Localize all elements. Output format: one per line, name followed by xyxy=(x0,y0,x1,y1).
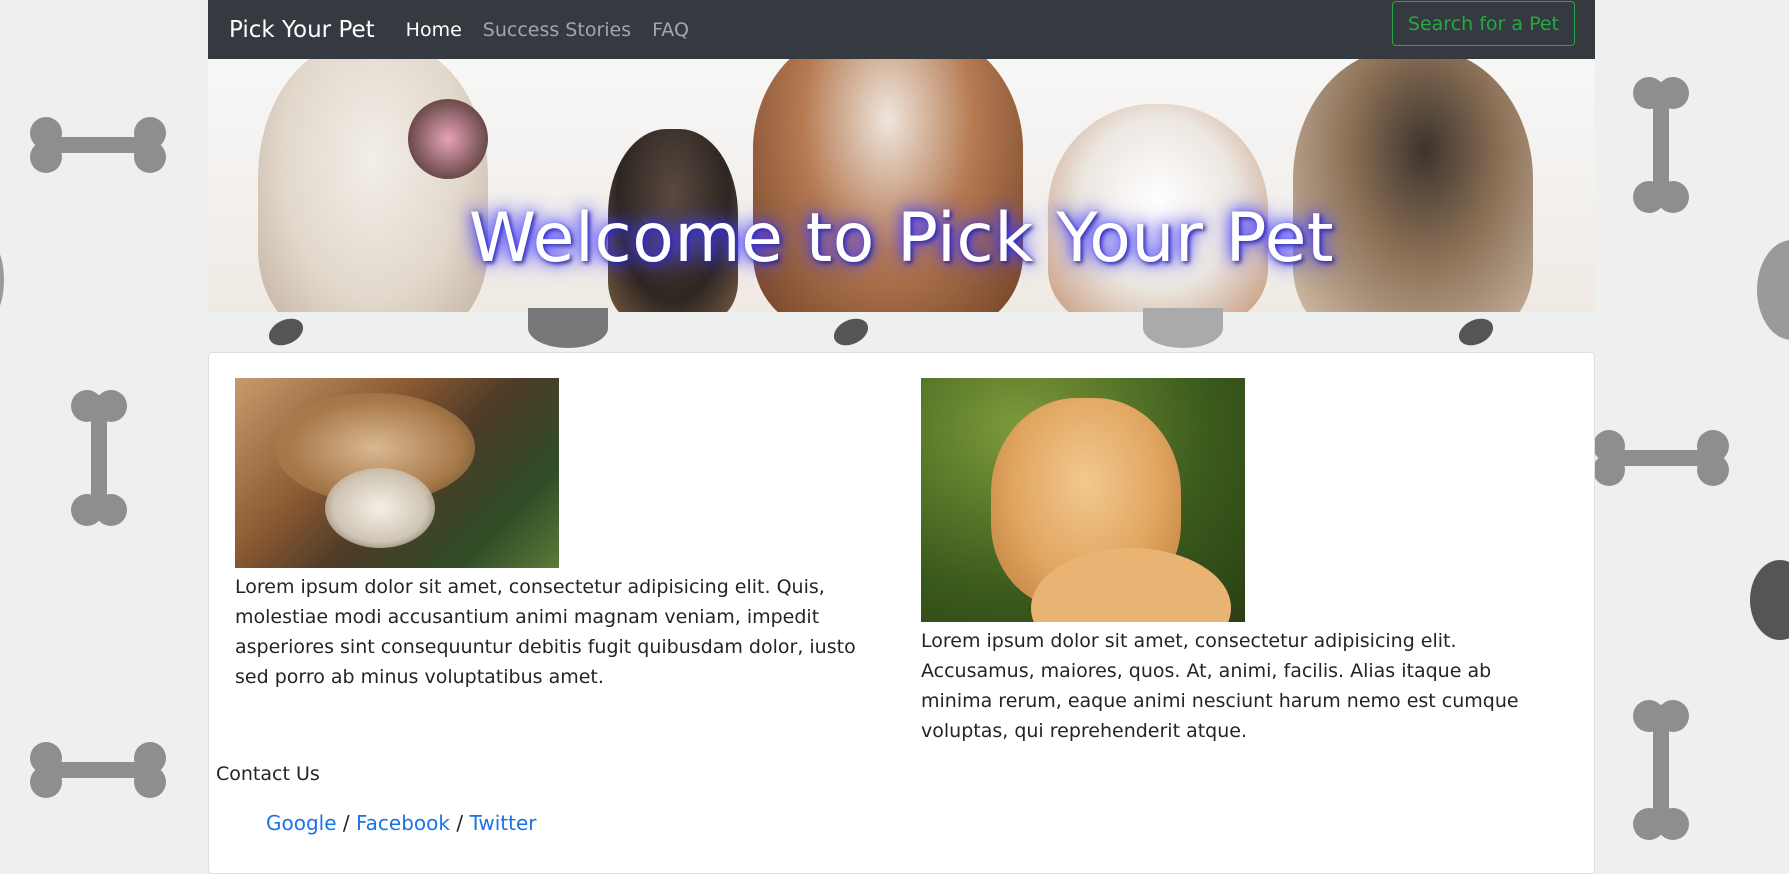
bone-icon xyxy=(71,390,127,526)
hero-banner: Welcome to Pick Your Pet xyxy=(208,59,1595,312)
bone-icon xyxy=(30,117,166,173)
cat-and-dog-photo xyxy=(235,378,559,568)
link-separator: / xyxy=(456,811,464,835)
bone-icon xyxy=(30,742,166,798)
nav-link-success-stories[interactable]: Success Stories xyxy=(483,19,631,41)
paw-print-icon xyxy=(829,313,873,351)
feature-text: Lorem ipsum dolor sit amet, consectetur … xyxy=(235,576,856,688)
contact-us-heading: Contact Us xyxy=(216,763,320,785)
facebook-link[interactable]: Facebook xyxy=(356,811,450,835)
paw-print-icon xyxy=(1757,240,1789,340)
paw-print-icon xyxy=(1143,308,1223,348)
paw-print-icon xyxy=(1454,313,1498,351)
paw-print-icon xyxy=(264,313,308,351)
page-container: Pick Your Pet Home Success Stories FAQ S… xyxy=(208,0,1595,874)
nav-link-faq[interactable]: FAQ xyxy=(652,19,689,41)
google-link[interactable]: Google xyxy=(266,811,337,835)
bone-icon xyxy=(1593,430,1729,486)
twitter-link[interactable]: Twitter xyxy=(469,811,536,835)
paw-print-icon xyxy=(528,308,608,348)
feature-column: Lorem ipsum dolor sit amet, consectetur … xyxy=(235,378,875,692)
link-separator: / xyxy=(342,811,350,835)
puppy-image xyxy=(325,468,435,548)
bone-icon xyxy=(1633,77,1689,213)
brand-logo[interactable]: Pick Your Pet xyxy=(229,17,375,43)
nav-link-home[interactable]: Home xyxy=(406,19,462,41)
bulldog-mouth-image xyxy=(408,99,488,179)
navbar: Pick Your Pet Home Success Stories FAQ S… xyxy=(208,0,1595,59)
content-card: Lorem ipsum dolor sit amet, consectetur … xyxy=(208,352,1595,874)
paw-print-icon xyxy=(0,240,4,320)
hero-title: Welcome to Pick Your Pet xyxy=(468,199,1335,278)
feature-column: Lorem ipsum dolor sit amet, consectetur … xyxy=(921,378,1561,746)
paw-strip xyxy=(208,308,1595,352)
social-links: Google / Facebook / Twitter xyxy=(266,811,536,835)
golden-retriever-photo xyxy=(921,378,1245,622)
paw-print-icon xyxy=(1750,560,1789,640)
bone-icon xyxy=(1633,700,1689,840)
search-for-pet-button[interactable]: Search for a Pet xyxy=(1391,1,1575,46)
feature-text: Lorem ipsum dolor sit amet, consectetur … xyxy=(921,630,1519,742)
